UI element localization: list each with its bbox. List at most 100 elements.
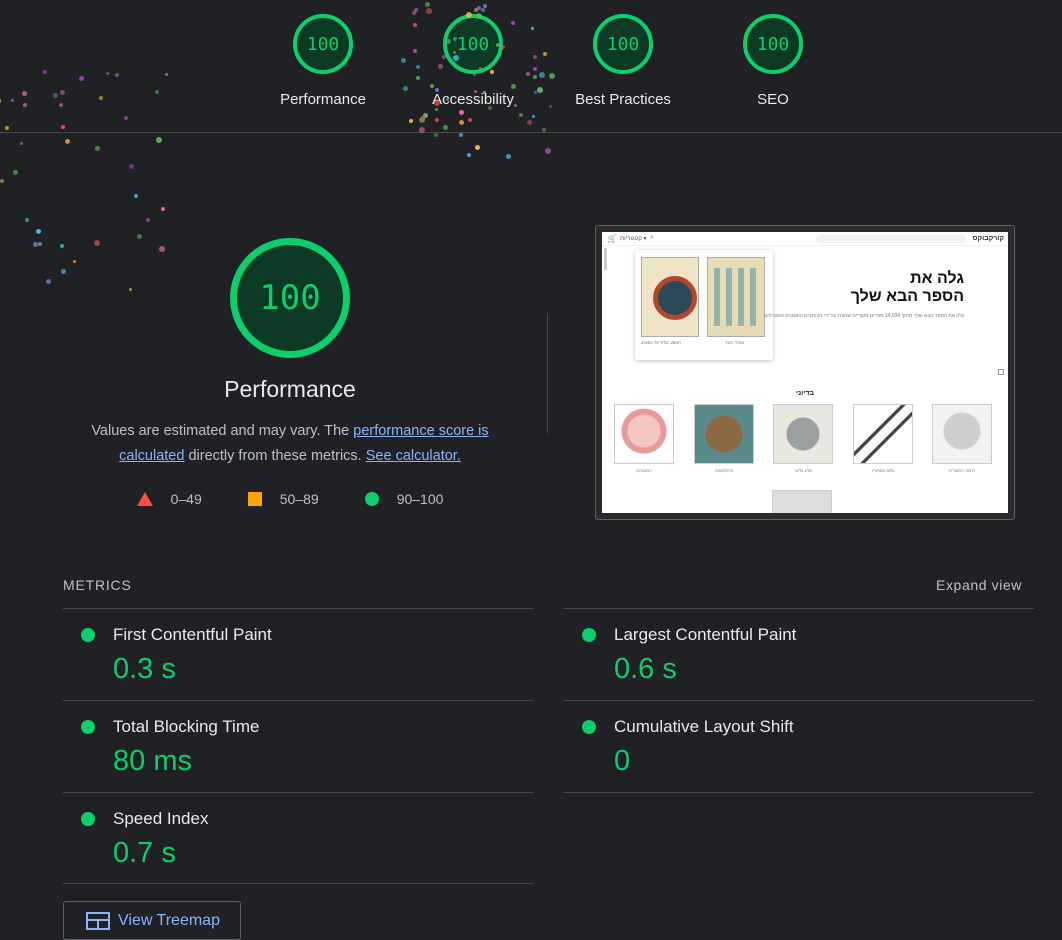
thumb-1 [614,404,674,464]
best-practices-score-ring: 100 [593,14,653,74]
performance-description: Values are estimated and may vary. The p… [70,419,510,469]
accessibility-score-ring: 100 [443,14,503,74]
screenshot-hero-title: גלה את הספר הבא שלך [851,270,964,306]
confetti-dot [65,138,71,144]
confetti-dot [434,132,439,137]
legend-fail: 0–49 [136,491,202,507]
accessibility-label: Accessibility [432,91,514,108]
metric-value: 0 [614,745,631,777]
expand-view-toggle[interactable]: Expand view [936,577,1022,593]
legend-fail-range: 0–49 [170,491,202,507]
hero-line-1: גלה את [910,270,964,287]
confetti-dot [474,145,480,151]
pass-indicator-icon [81,720,95,734]
gauge-accessibility[interactable]: 100 Accessibility [398,14,548,108]
screenshot-section-title: בדיוני [796,390,814,397]
cart-icon: 🛒 [607,234,617,243]
legend-pass: 90–100 [364,491,443,507]
pass-indicator-icon [582,628,596,642]
confetti-dot [161,206,166,211]
performance-label: Performance [280,91,366,108]
thumb-5 [932,404,992,464]
thumb-4-label: בלשי מסתורין [871,468,895,473]
confetti-dot [35,228,41,234]
score-legend: 0–49 50–89 90–100 [60,491,520,507]
view-treemap-label: View Treemap [118,911,220,929]
confetti-dot [45,278,51,284]
vertical-divider [547,313,548,433]
metric-speed-index: Speed Index 0.7 s [63,792,533,884]
performance-summary: 100 Performance Values are estimated and… [60,238,520,507]
view-treemap-button[interactable]: View Treemap [63,901,241,940]
thumb-2-label: הרפתקאות [714,468,734,473]
hero-line-2: הספר הבא שלך [850,288,964,305]
performance-score-ring: 100 [293,14,353,74]
pass-circle-icon [364,492,379,506]
book-cover-2 [707,257,765,337]
book2-caption: מגדלי העיר [725,340,744,345]
thumb-1-label: רומנטיקה [635,468,653,473]
metric-label: Speed Index [113,809,209,828]
screenshot-search-field [816,235,966,243]
book-cover-1 [641,257,699,337]
screenshot-side-widget [998,369,1004,375]
confetti-dot [0,179,4,184]
thumb-2 [694,404,754,464]
thumb-3 [773,404,833,464]
gauge-best-practices[interactable]: 100 Best Practices [548,14,698,108]
metric-value: 0.7 s [113,837,176,869]
confetti-dot [12,169,18,175]
metric-largest-contentful-paint: Largest Contentful Paint 0.6 s [564,608,1034,700]
legend-average: 50–89 [247,491,319,507]
category-gauges-bar: 100 Performance 100 Accessibility 100 Be… [0,0,1062,133]
performance-score: 100 [306,33,340,55]
confetti-dot [37,241,42,246]
confetti-dot [33,241,39,247]
metric-value: 0.3 s [113,653,176,685]
metric-label: First Contentful Paint [113,625,272,644]
thumb-4 [853,404,913,464]
gauge-seo[interactable]: 100 SEO [698,14,848,108]
metric-label: Largest Contentful Paint [614,625,797,644]
metric-total-blocking-time: Total Blocking Time 80 ms [63,700,533,792]
screenshot-scrollbar [604,248,607,270]
seo-label: SEO [757,91,789,108]
metric-label: Total Blocking Time [113,717,260,736]
confetti-dot [146,217,151,222]
screenshot-featured-books: המסע הגדול אל המערב מגדלי העיר [635,250,773,360]
metric-value: 80 ms [113,745,192,777]
treemap-icon [86,911,110,930]
gauge-performance[interactable]: 100 Performance [248,14,398,108]
metric-first-contentful-paint: First Contentful Paint 0.3 s [63,608,533,700]
performance-main-ring: 100 [230,238,350,358]
confetti-dot [95,145,101,151]
pass-indicator-icon [582,720,596,734]
average-square-icon [247,492,262,506]
see-calculator-link[interactable]: See calculator. [366,448,461,464]
final-screenshot[interactable]: 🛒 קטגוריות ▾ ⌕ קורקבוקס המסע הגדול אל המ… [595,225,1015,520]
performance-title: Performance [224,376,356,402]
legend-average-range: 50–89 [279,491,319,507]
thumb-6-partial [772,490,832,513]
seo-score-ring: 100 [743,14,803,74]
screenshot-page: 🛒 קטגוריות ▾ ⌕ קורקבוקס המסע הגדול אל המ… [602,232,1008,513]
thumb-3-label: מדע בדיוני [794,468,812,473]
best-practices-label: Best Practices [575,91,671,108]
confetti-dot [466,152,471,157]
metric-value: 0.6 s [614,653,677,685]
metrics-bottom-divider [63,883,533,884]
performance-main-score: 100 [259,278,321,318]
metrics-right-bottom-divider [564,792,1034,793]
screenshot-hero-subtitle: גלה את הספר הבא שלך מתוך 14,034 ספרים מק… [764,313,964,319]
metrics-header: METRICS [63,577,132,593]
confetti-dot [128,164,134,170]
screenshot-navbar: 🛒 קטגוריות ▾ ⌕ קורקבוקס [602,232,1008,246]
book1-caption: המסע הגדול אל המערב [641,340,681,345]
best-practices-score: 100 [606,33,640,55]
thumb-5-label: דרמה היסטורית [948,468,976,473]
fail-triangle-icon [136,492,153,506]
metric-label: Cumulative Layout Shift [614,717,794,736]
confetti-dot [545,148,552,155]
pass-indicator-icon [81,628,95,642]
confetti-dot [133,193,138,198]
